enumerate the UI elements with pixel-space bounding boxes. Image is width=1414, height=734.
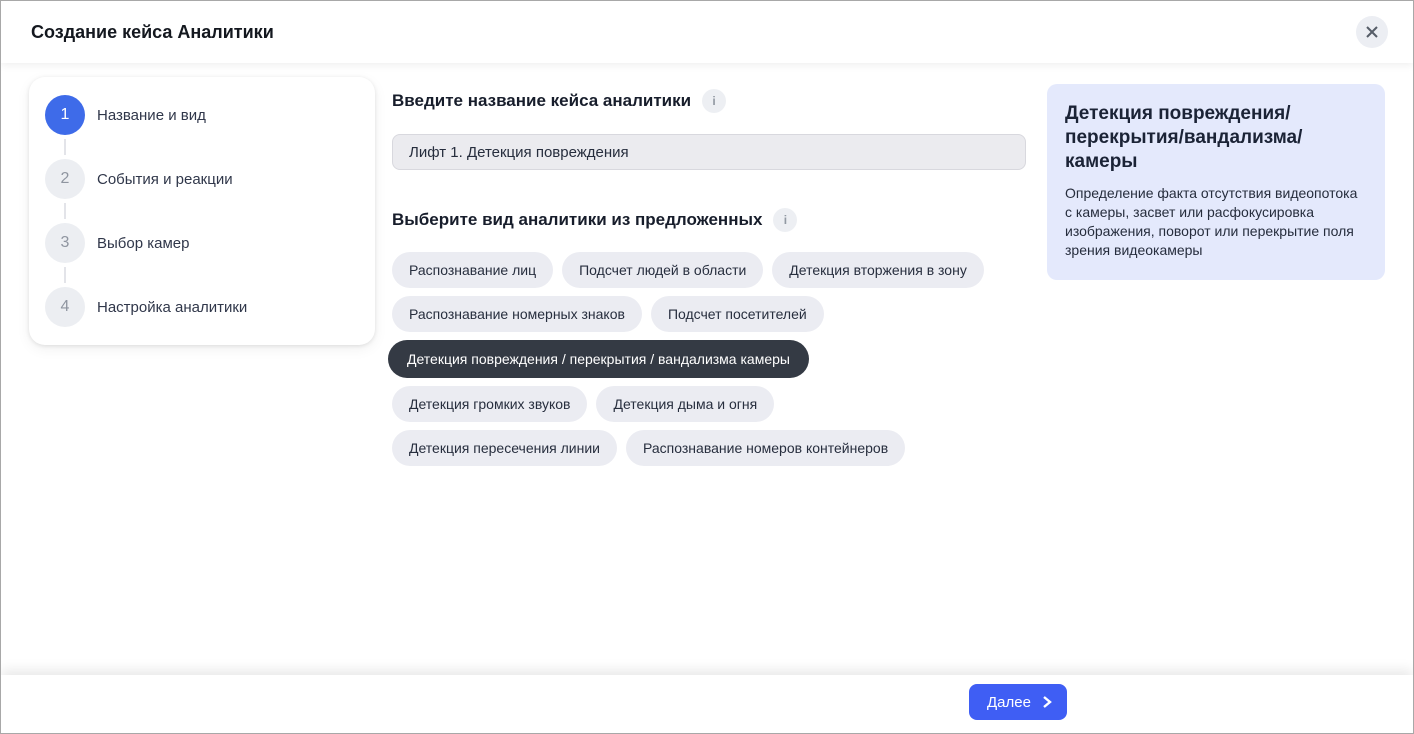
form-area: Введите название кейса аналитики i Выбер…: [392, 89, 1026, 474]
chip-camera-tampering-detection[interactable]: Детекция повреждения / перекрытия / ванд…: [388, 340, 809, 378]
chip-visitor-count[interactable]: Подсчет посетителей: [651, 296, 824, 332]
stepper-step-analytics-settings[interactable]: 4 Настройка аналитики: [45, 287, 359, 327]
next-button[interactable]: Далее: [969, 684, 1067, 720]
close-icon: [1365, 25, 1379, 39]
analytics-type-title-text: Выберите вид аналитики из предложенных: [392, 209, 762, 231]
close-button[interactable]: [1356, 16, 1388, 48]
chip-row: Детекция пересечения линии Распознавание…: [392, 430, 1026, 466]
case-name-title-text: Введите название кейса аналитики: [392, 90, 691, 112]
chip-container-number-recognition[interactable]: Распознавание номеров контейнеров: [626, 430, 905, 466]
step-number-badge: 2: [45, 159, 85, 199]
analytics-type-chip-list: Распознавание лиц Подсчет людей в област…: [392, 252, 1026, 466]
chip-license-plate-recognition[interactable]: Распознавание номерных знаков: [392, 296, 642, 332]
stepper-panel: 1 Название и вид 2 События и реакции 3 В…: [29, 77, 375, 345]
chip-row: Детекция громких звуков Детекция дыма и …: [392, 386, 1026, 422]
case-name-section-title: Введите название кейса аналитики i: [392, 89, 1026, 113]
chip-row: Распознавание лиц Подсчет людей в област…: [392, 252, 1026, 288]
analytics-type-section-title: Выберите вид аналитики из предложенных i: [392, 208, 1026, 232]
chip-people-count-in-area[interactable]: Подсчет людей в области: [562, 252, 763, 288]
step-number-badge: 3: [45, 223, 85, 263]
step-label: Выбор камер: [97, 235, 189, 252]
modal-footer: Далее: [1, 675, 1413, 733]
description-title: Детекция повреждения/перекрытия/вандализ…: [1065, 102, 1367, 174]
stepper-step-name-and-type[interactable]: 1 Название и вид: [45, 95, 359, 135]
description-body: Определение факта отсутствия видеопотока…: [1065, 184, 1367, 260]
case-name-input[interactable]: [392, 134, 1026, 170]
modal-header: Создание кейса Аналитики: [1, 1, 1413, 63]
chip-face-recognition[interactable]: Распознавание лиц: [392, 252, 553, 288]
chip-loud-sound-detection[interactable]: Детекция громких звуков: [392, 386, 587, 422]
step-label: События и реакции: [97, 171, 233, 188]
chevron-right-icon: [1041, 696, 1053, 708]
chip-smoke-fire-detection[interactable]: Детекция дыма и огня: [596, 386, 774, 422]
chip-zone-intrusion-detection[interactable]: Детекция вторжения в зону: [772, 252, 984, 288]
next-button-label: Далее: [987, 694, 1031, 711]
modal-title: Создание кейса Аналитики: [31, 22, 274, 43]
step-number-badge: 1: [45, 95, 85, 135]
stepper-step-events-and-reactions[interactable]: 2 События и реакции: [45, 159, 359, 199]
selected-analytics-description-panel: Детекция повреждения/перекрытия/вандализ…: [1047, 84, 1385, 280]
chip-row: Распознавание номерных знаков Подсчет по…: [392, 296, 1026, 332]
stepper-step-camera-selection[interactable]: 3 Выбор камер: [45, 223, 359, 263]
info-icon[interactable]: i: [702, 89, 726, 113]
info-icon[interactable]: i: [773, 208, 797, 232]
step-number-badge: 4: [45, 287, 85, 327]
create-analytics-case-modal: Создание кейса Аналитики 1 Название и ви…: [0, 0, 1414, 734]
chip-row: Детекция повреждения / перекрытия / ванд…: [392, 340, 1026, 378]
step-label: Настройка аналитики: [97, 299, 247, 316]
chip-line-crossing-detection[interactable]: Детекция пересечения линии: [392, 430, 617, 466]
step-label: Название и вид: [97, 107, 206, 124]
